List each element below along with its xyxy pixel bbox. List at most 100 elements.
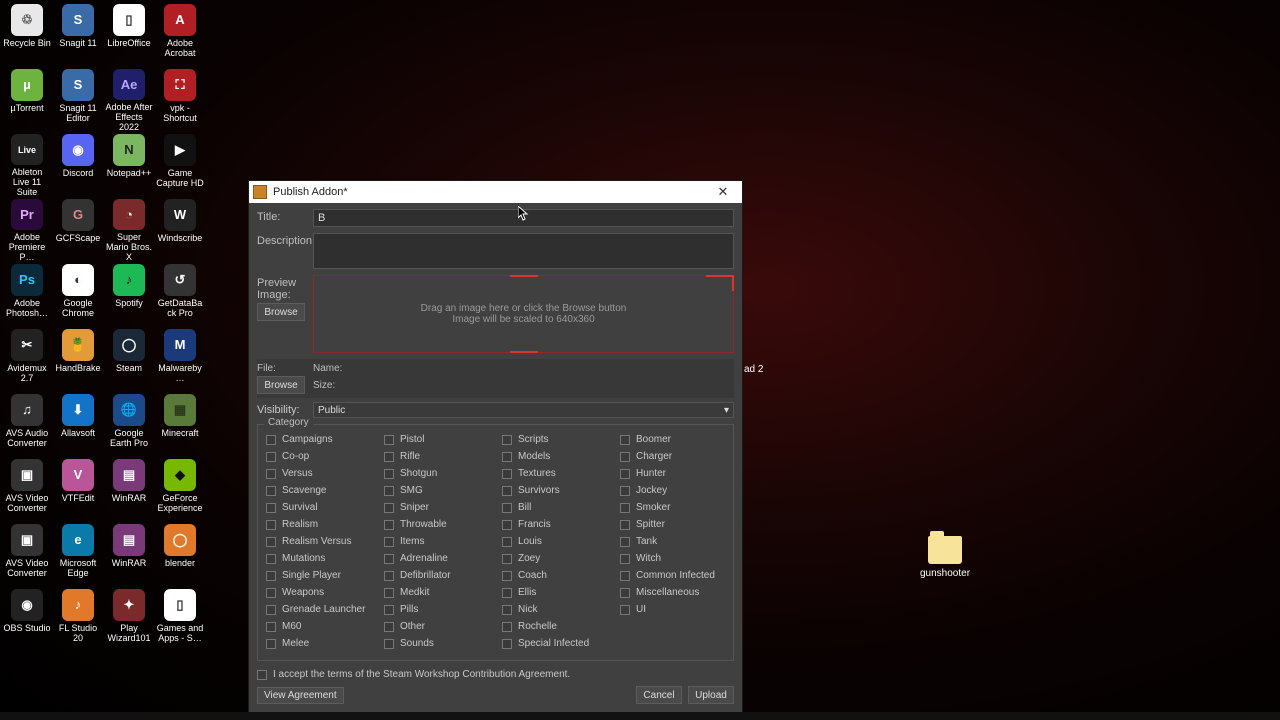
category-checkbox[interactable]: Campaigns: [266, 431, 384, 448]
desktop-icon[interactable]: ◐Google Chrome: [53, 262, 103, 327]
desktop-icon[interactable]: ⬇Allavsoft: [53, 392, 103, 457]
desktop-icon[interactable]: WWindscribe: [155, 197, 205, 262]
desktop-icon[interactable]: 🌐Google Earth Pro: [104, 392, 154, 457]
category-checkbox[interactable]: Charger: [620, 448, 738, 465]
desktop-icon[interactable]: GGCFScape: [53, 197, 103, 262]
desktop-icon[interactable]: ⛶vpk - Shortcut: [155, 67, 205, 132]
category-checkbox[interactable]: Single Player: [266, 567, 384, 584]
desktop-icon[interactable]: ▯Games and Apps - S…: [155, 587, 205, 652]
category-checkbox[interactable]: Co-op: [266, 448, 384, 465]
category-checkbox[interactable]: Tank: [620, 533, 738, 550]
desktop-icon[interactable]: NNotepad++: [104, 132, 154, 197]
category-checkbox[interactable]: Versus: [266, 465, 384, 482]
category-checkbox[interactable]: Scripts: [502, 431, 620, 448]
desktop-icon[interactable]: ◯blender: [155, 522, 205, 587]
category-checkbox[interactable]: Items: [384, 533, 502, 550]
category-checkbox[interactable]: Throwable: [384, 516, 502, 533]
category-checkbox[interactable]: Zoey: [502, 550, 620, 567]
category-checkbox[interactable]: Spitter: [620, 516, 738, 533]
category-checkbox[interactable]: Textures: [502, 465, 620, 482]
description-input[interactable]: [313, 233, 734, 269]
category-checkbox[interactable]: SMG: [384, 482, 502, 499]
category-checkbox[interactable]: Sounds: [384, 635, 502, 652]
desktop-icon[interactable]: ◉OBS Studio: [2, 587, 52, 652]
desktop-icon[interactable]: 🍍HandBrake: [53, 327, 103, 392]
desktop-icon[interactable]: ▤WinRAR: [104, 522, 154, 587]
desktop-icon[interactable]: ▣AVS Video Converter: [2, 522, 52, 587]
category-checkbox[interactable]: Survivors: [502, 482, 620, 499]
category-checkbox[interactable]: Defibrillator: [384, 567, 502, 584]
upload-button[interactable]: Upload: [688, 686, 734, 704]
category-checkbox[interactable]: Pills: [384, 601, 502, 618]
desktop-icon[interactable]: ▶Game Capture HD: [155, 132, 205, 197]
category-checkbox[interactable]: Common Infected: [620, 567, 738, 584]
visibility-select[interactable]: Public ▾: [313, 402, 734, 418]
browse-image-button[interactable]: Browse: [257, 303, 305, 321]
desktop-icon[interactable]: eMicrosoft Edge: [53, 522, 103, 587]
desktop-folder-gunshooter[interactable]: gunshooter: [920, 536, 970, 579]
category-checkbox[interactable]: Rochelle: [502, 618, 620, 635]
titlebar[interactable]: Publish Addon* ✕: [249, 181, 742, 203]
desktop-icon[interactable]: MMalwareby…: [155, 327, 205, 392]
desktop-icon[interactable]: ♲Recycle Bin: [2, 2, 52, 67]
desktop-icon[interactable]: SSnagit 11 Editor: [53, 67, 103, 132]
category-checkbox[interactable]: Hunter: [620, 465, 738, 482]
desktop-icon[interactable]: ♪Spotify: [104, 262, 154, 327]
cancel-button[interactable]: Cancel: [636, 686, 682, 704]
category-checkbox[interactable]: Other: [384, 618, 502, 635]
category-checkbox[interactable]: Smoker: [620, 499, 738, 516]
desktop-icon[interactable]: PsAdobe Photosh…: [2, 262, 52, 327]
category-checkbox[interactable]: Witch: [620, 550, 738, 567]
desktop-icon[interactable]: AeAdobe After Effects 2022: [104, 67, 154, 132]
desktop-icon[interactable]: ▣AVS Video Converter: [2, 457, 52, 522]
category-checkbox[interactable]: Scavenge: [266, 482, 384, 499]
desktop-icon[interactable]: ✦Play Wizard101: [104, 587, 154, 652]
category-checkbox[interactable]: Melee: [266, 635, 384, 652]
category-checkbox[interactable]: Realism Versus: [266, 533, 384, 550]
accept-terms-checkbox[interactable]: I accept the terms of the Steam Workshop…: [257, 669, 570, 680]
category-checkbox[interactable]: Adrenaline: [384, 550, 502, 567]
desktop-icon[interactable]: ↺GetDataBack Pro: [155, 262, 205, 327]
category-checkbox[interactable]: Sniper: [384, 499, 502, 516]
category-checkbox[interactable]: Shotgun: [384, 465, 502, 482]
category-checkbox[interactable]: Grenade Launcher: [266, 601, 384, 618]
desktop-icon[interactable]: ◯Steam: [104, 327, 154, 392]
desktop-icon[interactable]: ▤WinRAR: [104, 457, 154, 522]
desktop-icon[interactable]: ▦Minecraft: [155, 392, 205, 457]
desktop-icon[interactable]: SSnagit 11: [53, 2, 103, 67]
category-checkbox[interactable]: Weapons: [266, 584, 384, 601]
category-checkbox[interactable]: Jockey: [620, 482, 738, 499]
taskbar[interactable]: [0, 712, 1280, 720]
title-input[interactable]: [313, 209, 734, 227]
desktop-icon[interactable]: LiveAbleton Live 11 Suite: [2, 132, 52, 197]
category-checkbox[interactable]: Mutations: [266, 550, 384, 567]
category-checkbox[interactable]: Nick: [502, 601, 620, 618]
category-checkbox[interactable]: Louis: [502, 533, 620, 550]
desktop-icon[interactable]: ✂Avidemux 2.7: [2, 327, 52, 392]
desktop-icon[interactable]: PrAdobe Premiere P…: [2, 197, 52, 262]
desktop-icon[interactable]: ◔Super Mario Bros. X: [104, 197, 154, 262]
category-checkbox[interactable]: Ellis: [502, 584, 620, 601]
close-button[interactable]: ✕: [708, 182, 738, 202]
desktop-icon[interactable]: ♫AVS Audio Converter: [2, 392, 52, 457]
category-checkbox[interactable]: Medkit: [384, 584, 502, 601]
desktop-icon[interactable]: ◆GeForce Experience: [155, 457, 205, 522]
browse-file-button[interactable]: Browse: [257, 376, 305, 394]
category-checkbox[interactable]: UI: [620, 601, 738, 618]
category-checkbox[interactable]: Coach: [502, 567, 620, 584]
desktop-icon[interactable]: ▯LibreOffice: [104, 2, 154, 67]
desktop-icon[interactable]: ♪FL Studio 20: [53, 587, 103, 652]
category-checkbox[interactable]: Miscellaneous: [620, 584, 738, 601]
view-agreement-button[interactable]: View Agreement: [257, 687, 344, 704]
category-checkbox[interactable]: Pistol: [384, 431, 502, 448]
desktop-icon[interactable]: ◉Discord: [53, 132, 103, 197]
category-checkbox[interactable]: M60: [266, 618, 384, 635]
desktop-icon[interactable]: AAdobe Acrobat: [155, 2, 205, 67]
category-checkbox[interactable]: Survival: [266, 499, 384, 516]
preview-dropzone[interactable]: Drag an image here or click the Browse b…: [313, 275, 734, 353]
category-checkbox[interactable]: Rifle: [384, 448, 502, 465]
category-checkbox[interactable]: Models: [502, 448, 620, 465]
desktop-icon[interactable]: µµTorrent: [2, 67, 52, 132]
category-checkbox[interactable]: Special Infected: [502, 635, 620, 652]
category-checkbox[interactable]: Bill: [502, 499, 620, 516]
